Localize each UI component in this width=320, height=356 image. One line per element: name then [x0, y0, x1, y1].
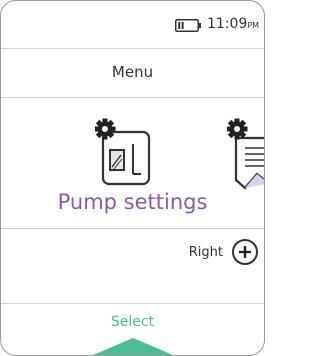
navigation-row: Right [1, 229, 264, 304]
select-button[interactable]: Select [1, 304, 264, 355]
status-bar: 11:09PM [1, 1, 264, 49]
right-button[interactable]: Right [189, 237, 258, 267]
select-label: Select [110, 314, 155, 330]
plus-icon [239, 246, 251, 258]
right-button-label: Right [188, 244, 223, 260]
pump-settings-icon [95, 118, 151, 186]
plus-circle-icon[interactable] [232, 239, 258, 265]
clock-time: 11:09 [207, 16, 248, 32]
menu-carousel[interactable]: Pump settings [1, 98, 264, 229]
carousel-item-label: Pump settings [57, 190, 208, 214]
battery-icon [175, 19, 201, 32]
pump-screen: 11:09PM Menu Pump settings Right Select [0, 0, 265, 356]
clock: 11:09PM [207, 16, 259, 32]
title-bar: Menu [1, 49, 264, 98]
settings-document-icon [227, 118, 264, 190]
page-title: Menu [111, 63, 154, 81]
clock-ampm: PM [247, 21, 260, 30]
select-arrow-icon [93, 338, 173, 355]
